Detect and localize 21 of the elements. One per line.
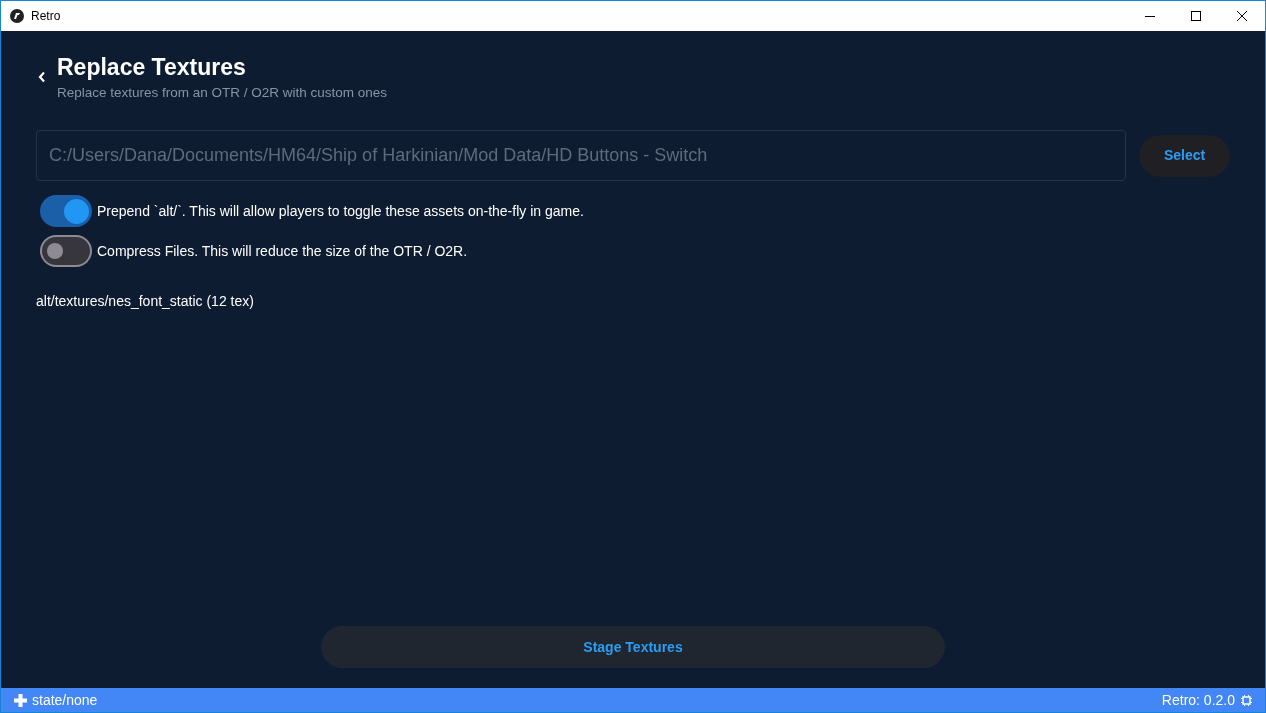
toggle-switch[interactable] bbox=[40, 235, 92, 268]
toggle-switch[interactable] bbox=[40, 195, 92, 228]
select-button[interactable]: Select bbox=[1139, 134, 1230, 177]
version-label: Retro: 0.2.0 bbox=[1161, 690, 1235, 710]
back-button[interactable] bbox=[36, 70, 48, 84]
status-state: state/none bbox=[32, 690, 98, 710]
page-title: Replace Textures bbox=[57, 53, 247, 81]
minimize-icon bbox=[1145, 15, 1155, 17]
app-logo-icon bbox=[10, 9, 24, 23]
path-field[interactable]: C:/Users/Dana/Documents/HM64/Ship of Harkinian/Mod Data/HD Buttons - Switch bbox=[36, 130, 1126, 182]
maximize-icon bbox=[1191, 11, 1201, 21]
stage-textures-button[interactable]: Stage Textures bbox=[321, 626, 945, 668]
toggle-label: Compress Files. This will reduce the size of the OTR / O2R. bbox=[97, 241, 468, 261]
window-title: Retro bbox=[31, 8, 61, 25]
back-icon bbox=[38, 71, 46, 83]
chip-icon bbox=[1241, 694, 1252, 706]
texture-entry: alt/textures/nes_font_static (12 tex) bbox=[36, 292, 255, 312]
gamepad-cross-icon bbox=[14, 693, 27, 707]
close-icon bbox=[1237, 11, 1247, 21]
page-subtitle: Replace textures from an OTR / O2R with custom ones bbox=[57, 84, 388, 102]
toggle-label: Prepend `alt/`. This will allow players to toggle these assets on-the-fly in game. bbox=[97, 201, 584, 221]
